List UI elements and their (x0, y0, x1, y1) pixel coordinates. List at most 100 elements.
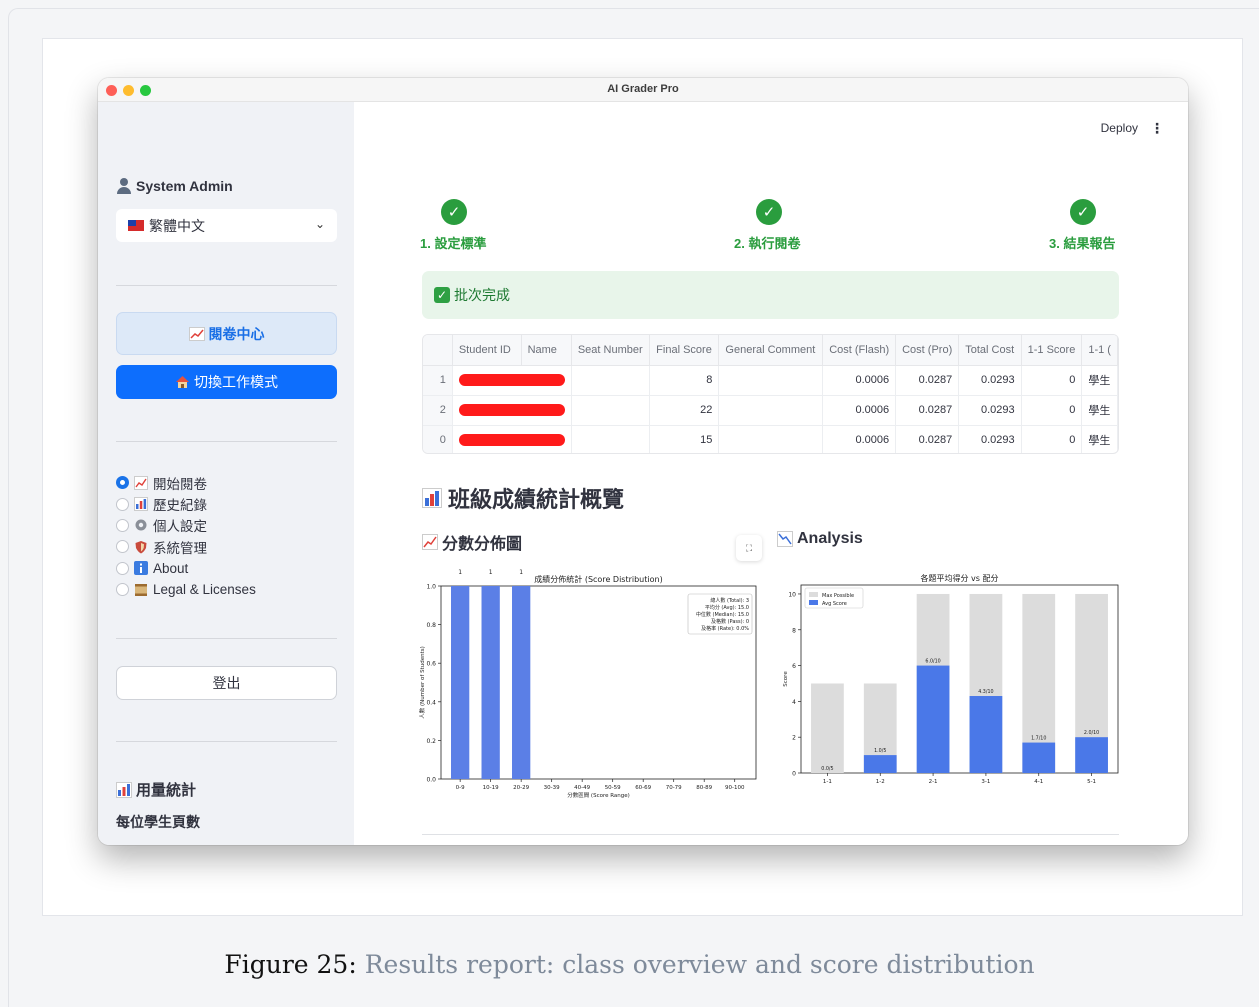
main-menu-icon[interactable]: ⋮ (1150, 120, 1164, 137)
cost-flash-cell[interactable]: 0.0006 (822, 395, 897, 426)
seat-number-cell[interactable] (571, 395, 651, 426)
comment-1-1-cell[interactable]: 學生 (1081, 425, 1118, 453)
bar-chart-icon (116, 781, 132, 798)
data-label: 1 (489, 569, 493, 576)
total-cost-cell[interactable]: 0.0293 (958, 365, 1022, 396)
results-table[interactable]: Student ID Name Seat Number Final Score … (422, 334, 1119, 454)
column-header[interactable]: Student ID (452, 335, 522, 366)
column-header[interactable]: Name (521, 335, 572, 366)
column-header[interactable]: Cost (Flash) (822, 335, 897, 366)
column-header[interactable]: Total Cost (958, 335, 1022, 366)
nav-item-start-grading[interactable]: 開始閱卷 (116, 472, 256, 493)
grading-center-button[interactable]: 閱卷中心 (116, 312, 337, 355)
table-row[interactable]: 2 22 0.0006 0.0287 0.0293 0 學生 (423, 395, 1118, 426)
score-distribution-chart: 成績分佈統計 (Score Distribution) 0.0 0.2 0.4 0.6 0… (418, 569, 757, 799)
logout-button[interactable]: 登出 (116, 666, 337, 700)
user-row: System Admin (116, 178, 233, 194)
cost-pro-cell[interactable]: 0.0287 (895, 425, 960, 453)
seat-number-cell[interactable] (571, 425, 651, 453)
chart-down-icon (777, 531, 793, 547)
language-select[interactable]: 繁體中文 ⌄ (116, 209, 337, 242)
column-header[interactable]: 1-1 ( (1081, 335, 1118, 366)
nav-label: About (153, 560, 189, 576)
legend-text: 中位數 (Median): 15.0 (696, 611, 749, 618)
column-header[interactable] (423, 335, 453, 366)
legend-text: 平均分 (Avg): 15.0 (705, 604, 749, 611)
x-tick-label: 4-1 (1034, 779, 1043, 785)
legend-label: Max Possible (822, 593, 854, 599)
y-tick-label: 1.0 (426, 584, 436, 591)
table-row[interactable]: 0 15 0.0006 0.0287 0.0293 0 學生 (423, 425, 1118, 453)
bar (512, 586, 531, 779)
sidebar-divider (116, 741, 337, 742)
column-header[interactable]: Final Score (649, 335, 720, 366)
nav-item-history[interactable]: 歷史紀錄 (116, 493, 256, 514)
switch-mode-button[interactable]: 切換工作模式 (116, 365, 337, 399)
data-label: 0.0/5 (821, 766, 833, 772)
y-tick-label: 4 (792, 699, 796, 706)
cost-pro-cell[interactable]: 0.0287 (895, 395, 960, 426)
nav-label: 個人設定 (153, 519, 207, 535)
x-tick-label: 60-69 (635, 785, 651, 791)
y-tick-label: 0.0 (426, 777, 436, 784)
column-header[interactable]: 1-1 Score (1021, 335, 1083, 366)
final-score-cell[interactable]: 22 (649, 395, 720, 426)
chart-up-icon (422, 534, 438, 550)
data-label: 4.3/10 (978, 689, 993, 695)
cost-flash-cell[interactable]: 0.0006 (822, 425, 897, 453)
radio-unselected[interactable] (116, 561, 129, 575)
deploy-button[interactable]: Deploy (1101, 121, 1138, 135)
nav-label: 歷史紀錄 (153, 498, 207, 514)
y-tick-label: 2 (792, 735, 796, 742)
seat-number-cell[interactable] (571, 365, 651, 396)
chart-up-icon (134, 475, 148, 490)
class-stats-title-text: 班級成績統計概覽 (448, 487, 625, 512)
step-label: 3. 結果報告 (1049, 236, 1116, 251)
row-index: 0 (423, 425, 453, 453)
radio-unselected[interactable] (116, 518, 129, 532)
cost-flash-cell[interactable]: 0.0006 (822, 365, 897, 396)
column-header[interactable]: Cost (Pro) (895, 335, 960, 366)
nav-radio-list: 開始閱卷 歷史紀錄 個人設定 系統管理 About Legal & Licens… (116, 472, 256, 600)
score-1-1-cell[interactable]: 0 (1021, 365, 1083, 396)
score-1-1-cell[interactable]: 0 (1021, 425, 1083, 453)
data-label: 1.0/5 (874, 748, 886, 754)
sidebar-divider (116, 285, 337, 286)
nav-item-legal[interactable]: Legal & Licenses (116, 579, 256, 600)
plot-frame (800, 584, 1119, 774)
x-tick-label: 20-29 (513, 785, 529, 791)
batch-complete-text: 批次完成 (454, 287, 510, 303)
radio-unselected[interactable] (116, 497, 129, 511)
comment-cell[interactable] (718, 395, 824, 426)
column-header[interactable]: Seat Number (571, 335, 651, 366)
batch-complete-alert: ✓ 批次完成 (422, 271, 1119, 319)
grading-center-label: 閱卷中心 (208, 325, 265, 342)
table-row[interactable]: 1 8 0.0006 0.0287 0.0293 0 學生 (423, 365, 1118, 396)
x-tick-label: 40-49 (574, 785, 590, 791)
column-header[interactable]: General Comment (718, 335, 824, 366)
x-tick-label: 80-89 (696, 785, 712, 791)
check-mark-icon: ✓ (434, 287, 450, 303)
radio-unselected[interactable] (116, 583, 129, 597)
comment-cell[interactable] (718, 365, 824, 396)
chart-title: 成績分佈統計 (Score Distribution) (534, 574, 662, 584)
nav-item-personal-settings[interactable]: 個人設定 (116, 515, 256, 536)
final-score-cell[interactable]: 8 (649, 365, 720, 396)
comment-1-1-cell[interactable]: 學生 (1081, 365, 1118, 396)
fullscreen-icon[interactable]: ⛶ (736, 535, 762, 561)
total-cost-cell[interactable]: 0.0293 (958, 395, 1022, 426)
nav-item-about[interactable]: About (116, 558, 256, 579)
score-1-1-cell[interactable]: 0 (1021, 395, 1083, 426)
nav-item-system-admin[interactable]: 系統管理 (116, 536, 256, 557)
radio-selected[interactable] (116, 476, 129, 490)
comment-cell[interactable] (718, 425, 824, 453)
radio-unselected[interactable] (116, 540, 129, 554)
bar (451, 586, 470, 779)
final-score-cell[interactable]: 15 (649, 425, 720, 453)
user-name: System Admin (136, 178, 233, 194)
total-cost-cell[interactable]: 0.0293 (958, 425, 1022, 453)
row-index: 1 (423, 365, 453, 396)
comment-1-1-cell[interactable]: 學生 (1081, 395, 1118, 426)
cost-pro-cell[interactable]: 0.0287 (895, 365, 960, 396)
y-tick-label: 0.4 (426, 699, 436, 706)
